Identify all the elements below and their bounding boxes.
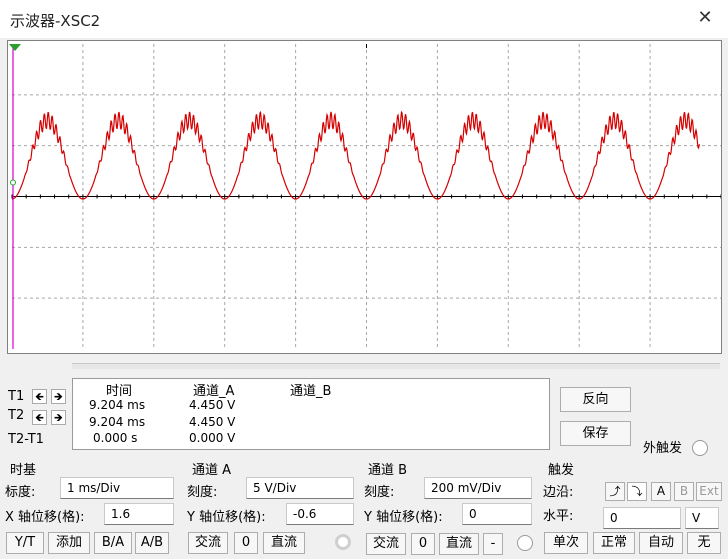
t2-time: 9.204 ms	[89, 415, 146, 429]
measurement-readout: 时间 通道_A 通道_B 9.204 ms 4.450 V 9.204 ms 4…	[72, 378, 550, 450]
timebase-scale-field[interactable]: 1 ms/Div	[60, 477, 174, 499]
normal-trigger-button[interactable]: 正常	[593, 532, 635, 554]
header-time: 时间	[106, 384, 133, 399]
delta-channel-a: 0.000 V	[189, 431, 236, 445]
title-bar: 示波器-XSC2 ✕	[0, 0, 728, 38]
t1-channel-a: 4.450 V	[189, 398, 236, 412]
channel-a-dc-button[interactable]: 直流	[263, 532, 305, 554]
channel-a-zero-button[interactable]: 0	[234, 532, 258, 554]
t2-right-button[interactable]: 🡺	[51, 410, 66, 425]
x-position-label: X 轴位移(格):	[5, 510, 85, 525]
external-trigger-radio[interactable]	[692, 440, 708, 456]
trigger-level-field[interactable]: 0	[603, 507, 681, 529]
ab-mode-button[interactable]: A/B	[135, 532, 169, 554]
channel-b-zero-button[interactable]: 0	[411, 533, 435, 555]
trigger-edge-label: 边沿:	[543, 485, 574, 500]
trigger-marker	[10, 179, 16, 186]
timebase-title: 时基	[10, 463, 37, 478]
delta-time: 0.000 s	[93, 431, 138, 445]
channel-b-scale-label: 刻度:	[364, 485, 395, 500]
window-title: 示波器-XSC2	[10, 12, 101, 30]
channel-b-minus-button[interactable]: -	[483, 533, 503, 555]
channel-a-scale-label: 刻度:	[187, 485, 218, 500]
ba-mode-button[interactable]: B/A	[94, 532, 132, 554]
trigger-source-b-button[interactable]: B	[674, 482, 694, 501]
t1-label: T1	[8, 389, 25, 404]
no-trigger-button[interactable]: 无	[687, 532, 721, 554]
channel-b-dc-button[interactable]: 直流	[439, 533, 479, 555]
auto-trigger-button[interactable]: 自动	[639, 532, 683, 554]
screen-scrollbar[interactable]	[72, 363, 720, 369]
x-position-field[interactable]: 1.6	[104, 503, 174, 525]
channel-a-ac-button[interactable]: 交流	[188, 532, 228, 554]
channel-a-y-position-label: Y 轴位移(格):	[187, 510, 266, 525]
trigger-level-label: 水平:	[543, 509, 574, 524]
timebase-scale-label: 标度:	[5, 485, 36, 500]
oscilloscope-screen[interactable]	[7, 40, 722, 354]
t1-time: 9.204 ms	[89, 398, 146, 412]
add-mode-button[interactable]: 添加	[48, 532, 90, 554]
channel-a-y-position-field[interactable]: -0.6	[286, 503, 354, 525]
falling-edge-button[interactable]: ⤵	[627, 482, 647, 501]
cursor-t1-marker	[9, 44, 21, 51]
channel-b-y-position-field[interactable]: 0	[462, 503, 532, 525]
trigger-source-a-button[interactable]: A	[651, 482, 671, 501]
single-trigger-button[interactable]: 单次	[544, 532, 588, 554]
channel-a-scale-field[interactable]: 5 V/Div	[246, 477, 354, 499]
trigger-source-ext-button[interactable]: Ext	[696, 482, 722, 501]
t2-channel-a: 4.450 V	[189, 415, 236, 429]
t1-right-button[interactable]: 🡺	[51, 389, 66, 404]
t2-label: T2	[8, 408, 25, 423]
channel-b-toggle-radio[interactable]	[517, 535, 533, 551]
trigger-title: 触发	[548, 463, 575, 478]
yt-mode-button[interactable]: Y/T	[6, 532, 44, 554]
header-channel-a: 通道_A	[193, 384, 235, 399]
channel-a-title: 通道 A	[192, 463, 232, 478]
channel-b-scale-field[interactable]: 200 mV/Div	[424, 477, 532, 499]
header-channel-b: 通道_B	[290, 384, 332, 399]
external-trigger-label: 外触发	[643, 441, 683, 456]
channel-a-trace	[12, 110, 701, 200]
oscilloscope-plot	[9, 44, 721, 349]
close-icon[interactable]: ✕	[694, 7, 716, 29]
channel-b-y-position-label: Y 轴位移(格):	[364, 510, 443, 525]
save-button[interactable]: 保存	[560, 421, 631, 446]
t2-t1-label: T2-T1	[8, 432, 44, 447]
rising-edge-button[interactable]: ⤴	[605, 482, 625, 501]
t1-left-button[interactable]: 🡸	[32, 389, 47, 404]
t2-left-button[interactable]: 🡸	[32, 410, 47, 425]
channel-b-title: 通道 B	[368, 463, 408, 478]
reverse-button[interactable]: 反向	[560, 387, 631, 412]
channel-a-toggle-radio[interactable]	[335, 534, 351, 550]
channel-b-ac-button[interactable]: 交流	[366, 533, 406, 555]
trigger-level-unit[interactable]: V	[685, 507, 719, 529]
